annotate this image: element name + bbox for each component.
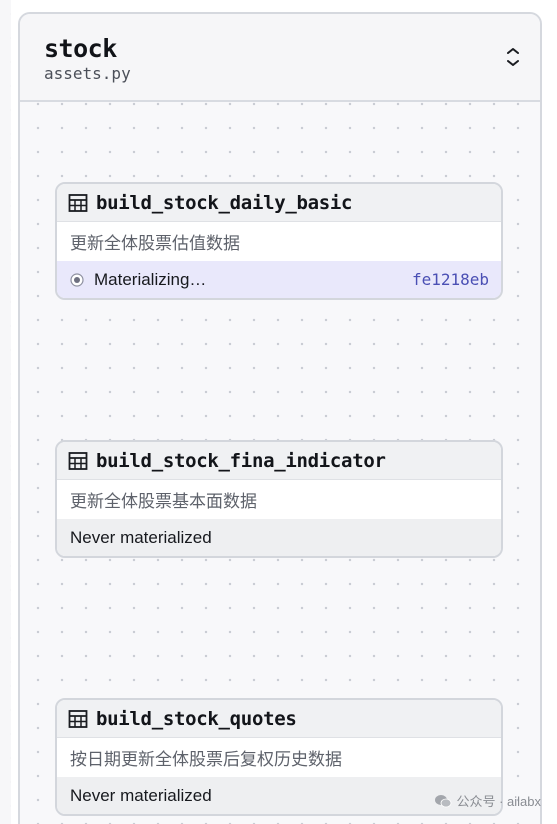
- run-id-link[interactable]: fe1218eb: [412, 270, 489, 289]
- chevron-up-down-icon: [507, 48, 519, 66]
- asset-header: build_stock_quotes: [57, 700, 501, 738]
- watermark-text: 公众号 · ailabx: [456, 794, 541, 809]
- collapse-button[interactable]: [504, 44, 522, 70]
- wechat-icon: [435, 794, 452, 807]
- group-header: stock assets.py: [20, 14, 540, 102]
- asset-name: build_stock_fina_indicator: [96, 449, 386, 472]
- asset-header: build_stock_fina_indicator: [57, 442, 501, 480]
- group-title: stock: [44, 34, 117, 63]
- asset-status-row: Materializing… fe1218eb: [57, 261, 501, 298]
- asset-name: build_stock_quotes: [96, 707, 297, 730]
- asset-description: 更新全体股票估值数据: [57, 222, 501, 261]
- status-text: Never materialized: [70, 785, 212, 805]
- watermark: 公众号 · ailabx: [434, 791, 541, 810]
- asset-header: build_stock_daily_basic: [57, 184, 501, 222]
- asset-status-row: Never materialized: [57, 519, 501, 556]
- table-icon: [68, 451, 88, 470]
- table-icon: [68, 709, 88, 728]
- status-text: Never materialized: [70, 527, 212, 547]
- table-icon: [68, 193, 88, 212]
- asset-node-build-stock-fina-indicator[interactable]: build_stock_fina_indicator 更新全体股票基本面数据 N…: [55, 440, 503, 558]
- canvas-background: [0, 0, 11, 824]
- asset-name: build_stock_daily_basic: [96, 191, 353, 214]
- group-subtitle: assets.py: [44, 64, 131, 83]
- radio-dot-icon: [70, 272, 84, 287]
- asset-description: 更新全体股票基本面数据: [57, 480, 501, 519]
- asset-node-build-stock-daily-basic[interactable]: build_stock_daily_basic 更新全体股票估值数据 Mater…: [55, 182, 503, 300]
- status-text: Materializing…: [94, 269, 207, 289]
- asset-description: 按日期更新全体股票后复权历史数据: [57, 738, 501, 777]
